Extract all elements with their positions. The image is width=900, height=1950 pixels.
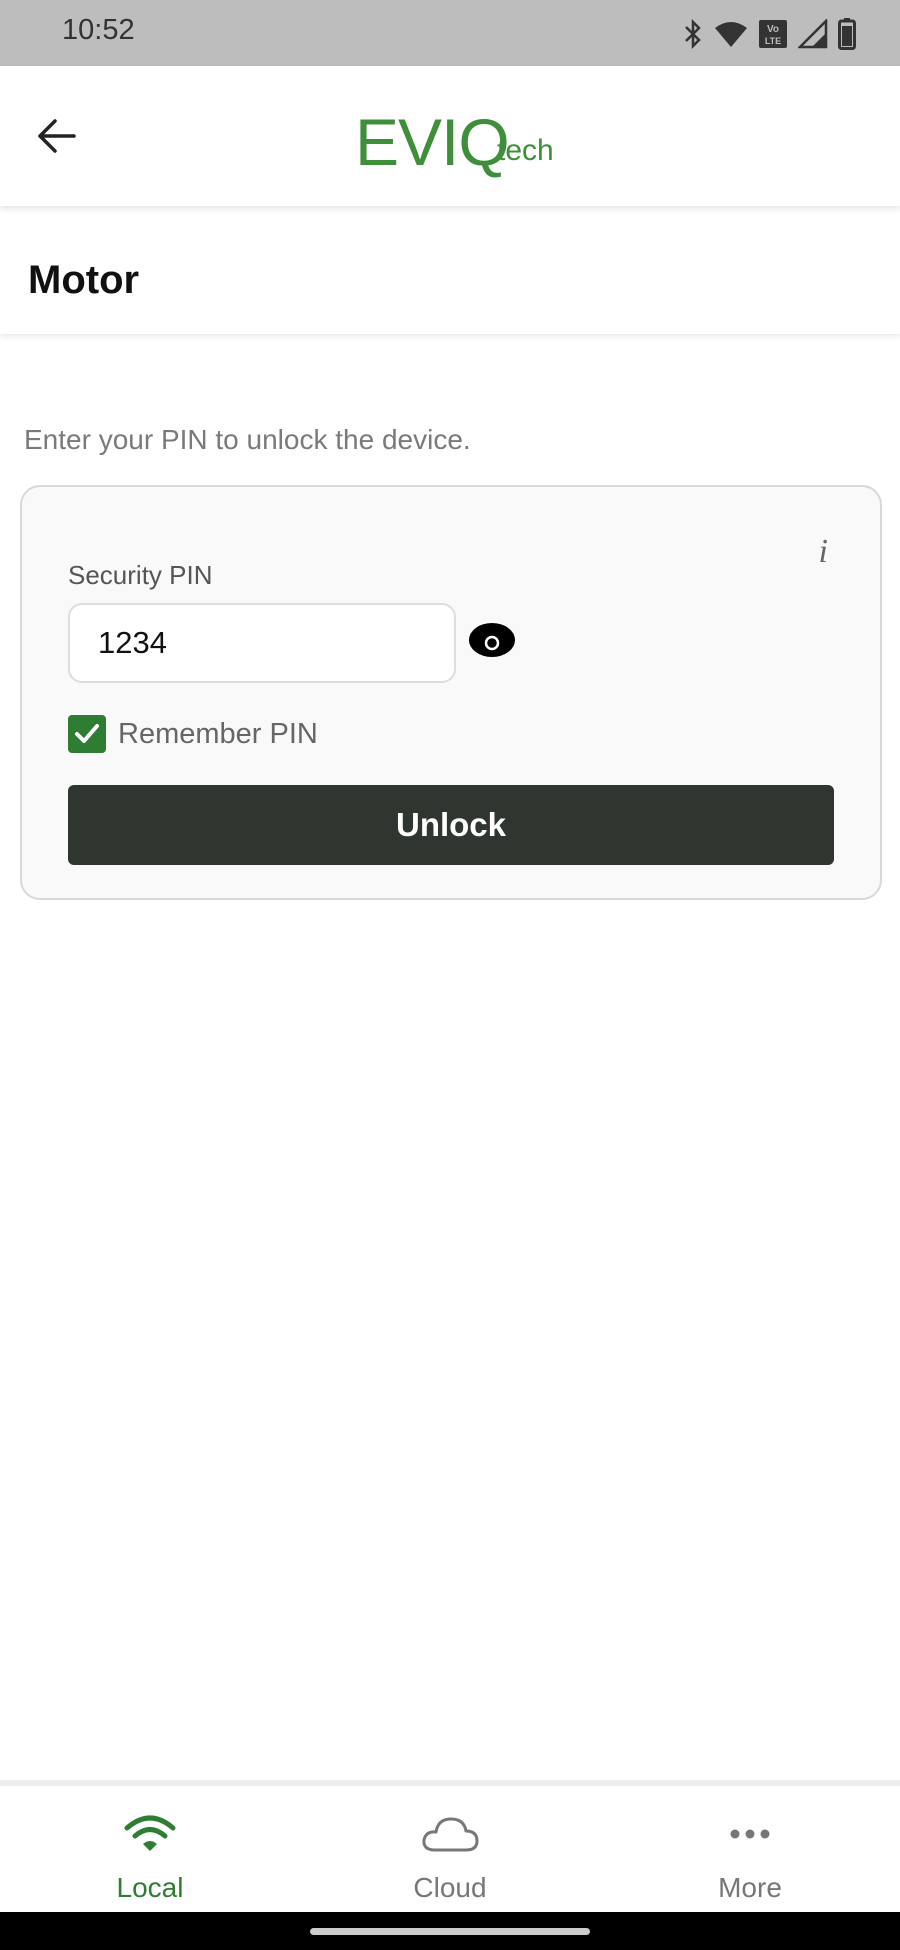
wifi-icon	[715, 22, 747, 47]
pin-visibility-toggle[interactable]	[468, 620, 516, 660]
remember-pin-checkbox[interactable]: Remember PIN	[68, 714, 318, 754]
volte-icon: Vo LTE	[759, 20, 787, 48]
status-bar: 10:52 Vo LTE	[0, 0, 900, 66]
nav-label-more: More	[718, 1872, 782, 1903]
pin-input[interactable]	[68, 603, 456, 683]
title-bar: Motor	[0, 218, 900, 334]
info-icon[interactable]: i	[819, 533, 828, 571]
page-title: Motor	[28, 258, 140, 302]
eye-icon	[469, 623, 515, 657]
signal-icon	[798, 19, 828, 49]
logo-sub-text: tech	[497, 134, 554, 167]
wifi-icon	[124, 1815, 176, 1851]
battery-icon	[838, 18, 856, 50]
svg-text:LTE: LTE	[765, 36, 781, 46]
nav-item-more[interactable]: More	[600, 1786, 900, 1912]
nav-label-local: Local	[116, 1872, 184, 1903]
bluetooth-icon	[685, 19, 701, 49]
arrow-back-icon	[38, 119, 76, 153]
unlock-button[interactable]: Unlock	[68, 785, 834, 865]
pin-card: i Security PIN Remember PIN Unlock	[20, 485, 882, 900]
app-header: EVIQ tech	[0, 66, 900, 206]
nav-item-local[interactable]: Local	[0, 1786, 300, 1912]
checkbox-checked[interactable]	[68, 715, 106, 753]
status-time: 10:52	[62, 14, 135, 46]
home-gesture-handle[interactable]	[310, 1928, 590, 1935]
status-icons: Vo LTE	[682, 16, 856, 52]
svg-text:Vo: Vo	[767, 24, 779, 35]
cloud-icon	[422, 1817, 479, 1852]
nav-item-cloud[interactable]: Cloud	[300, 1786, 600, 1912]
pin-label: Security PIN	[68, 560, 213, 590]
system-navigation-bar	[0, 1912, 900, 1950]
remember-pin-label: Remember PIN	[118, 717, 318, 750]
back-button[interactable]	[30, 110, 82, 162]
nav-label-cloud: Cloud	[413, 1872, 487, 1903]
logo-main-text: EVIQ	[355, 105, 510, 179]
unlock-instructions: Enter your PIN to unlock the device.	[24, 424, 471, 455]
more-icon	[730, 1829, 770, 1839]
checkmark-icon	[75, 724, 99, 743]
bottom-nav: Local Cloud More	[0, 1780, 900, 1912]
